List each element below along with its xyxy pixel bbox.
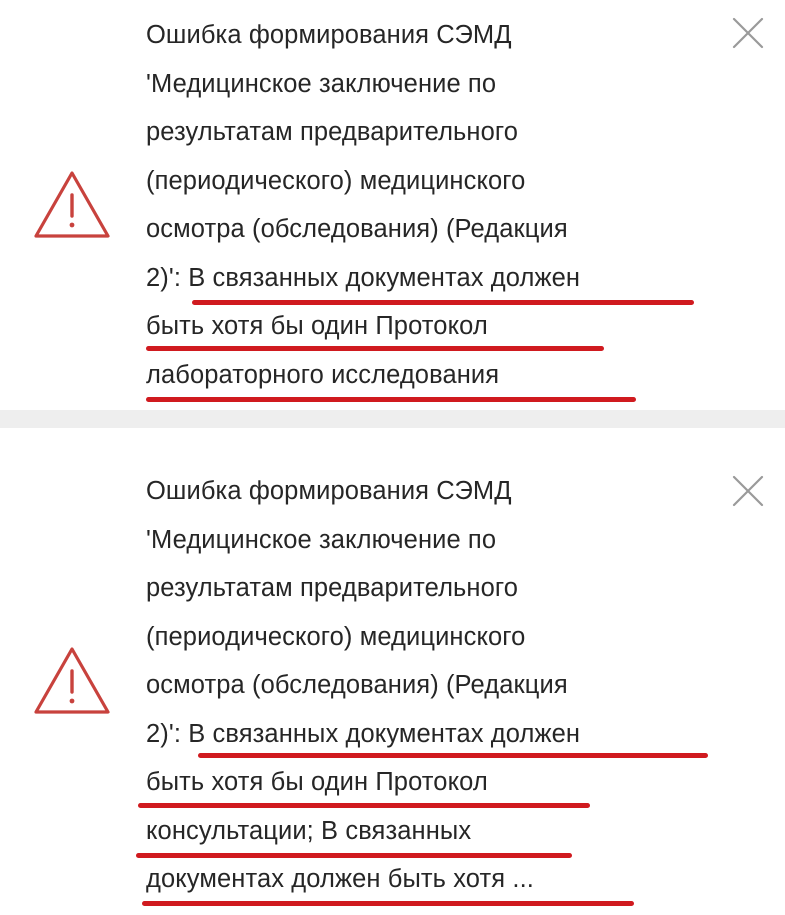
message-line: лабораторного исследования bbox=[146, 360, 500, 389]
warning-triangle-icon bbox=[32, 168, 112, 240]
message-line: (периодического) медицинского bbox=[146, 622, 526, 651]
highlight-underline bbox=[192, 300, 694, 305]
highlight-underline bbox=[142, 901, 634, 906]
notification-message: Ошибка формирования СЭМД 'Медицинское за… bbox=[146, 11, 706, 399]
message-line: быть хотя бы один Протокол bbox=[146, 768, 488, 796]
message-line: быть хотя бы один Протокол bbox=[146, 312, 488, 340]
message-line: осмотра (обследования) (Редакция bbox=[146, 215, 568, 243]
message-line: 'Медицинское заключение по bbox=[146, 525, 497, 554]
highlight-underline bbox=[136, 853, 572, 858]
message-line: (периодического) медицинского bbox=[146, 166, 526, 195]
message-line: результатам предварительного bbox=[146, 574, 519, 602]
notification-message: Ошибка формирования СЭМД 'Медицинское за… bbox=[146, 467, 706, 904]
message-line: Ошибка формирования СЭМД bbox=[146, 21, 512, 49]
message-line: 2)': В связанных документах должен bbox=[146, 263, 581, 292]
message-line: документах должен быть хотя ... bbox=[146, 865, 534, 893]
highlight-underline bbox=[146, 397, 636, 402]
highlight-underline bbox=[198, 753, 708, 758]
close-icon[interactable] bbox=[731, 474, 765, 508]
highlight-underline bbox=[146, 346, 604, 351]
message-line: 'Медицинское заключение по bbox=[146, 69, 497, 98]
message-line: результатам предварительного bbox=[146, 118, 519, 146]
highlight-underline bbox=[138, 803, 590, 808]
warning-triangle-icon bbox=[32, 644, 112, 716]
message-line: Ошибка формирования СЭМД bbox=[146, 477, 512, 505]
message-line: осмотра (обследования) (Редакция bbox=[146, 671, 568, 699]
close-icon[interactable] bbox=[731, 16, 765, 50]
message-line: 2)': В связанных документах должен bbox=[146, 719, 581, 748]
message-line: консультации; В связанных bbox=[146, 816, 472, 845]
error-notification: Ошибка формирования СЭМД 'Медицинское за… bbox=[0, 0, 785, 410]
